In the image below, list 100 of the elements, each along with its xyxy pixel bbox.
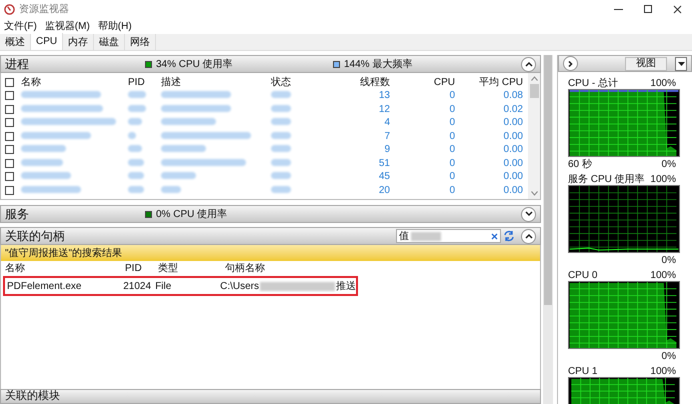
row-checkbox[interactable] bbox=[5, 118, 14, 128]
menu-item[interactable]: 帮助(H) bbox=[98, 18, 132, 34]
graph-time-label: 60 秒 bbox=[568, 158, 592, 170]
expand-button[interactable] bbox=[562, 56, 578, 71]
table-cell: 9 bbox=[384, 144, 390, 156]
table-cell: PDFelement.exe bbox=[7, 280, 82, 292]
table-cell: 0 bbox=[449, 90, 455, 102]
redacted-text bbox=[161, 145, 206, 152]
column-header[interactable]: 状态 bbox=[268, 74, 330, 90]
column-header[interactable]: 名称 bbox=[18, 74, 125, 90]
graph-min-label: 0% bbox=[662, 254, 676, 266]
expand-button[interactable] bbox=[521, 206, 536, 222]
handle-row[interactable]: PDFelement.exe 21024 File C:\Users 推送 bbox=[3, 276, 358, 296]
redacted-text bbox=[161, 91, 231, 98]
redacted-text bbox=[128, 104, 146, 112]
row-checkbox[interactable] bbox=[5, 91, 14, 100]
search-field[interactable]: 值 bbox=[396, 229, 501, 243]
cpu-usage-text: 34% CPU 使用率 bbox=[156, 58, 233, 72]
table-cell: 0 bbox=[449, 158, 455, 169]
redacted-text bbox=[161, 172, 196, 180]
table-cell: 13 bbox=[378, 90, 390, 102]
redacted-text bbox=[271, 91, 291, 98]
frequency-text: 144% 最大频率 bbox=[344, 58, 412, 72]
graph-title: 服务 CPU 使用率 bbox=[568, 172, 645, 185]
redacted-text bbox=[161, 186, 181, 193]
collapse-button[interactable] bbox=[521, 228, 536, 244]
redacted-text bbox=[271, 145, 291, 152]
column-header[interactable]: 平均 CPU bbox=[458, 74, 526, 90]
table-cell: 0.00 bbox=[504, 117, 523, 128]
column-header[interactable]: 线程数 bbox=[330, 74, 393, 90]
column-header[interactable]: 类型 bbox=[158, 261, 225, 276]
table-cell: 0.00 bbox=[504, 171, 523, 182]
column-header[interactable]: PID bbox=[125, 261, 158, 276]
redacted-text bbox=[128, 186, 144, 193]
table-cell: 20 bbox=[378, 184, 390, 196]
graph-title: CPU 1 bbox=[568, 365, 598, 377]
redacted-text bbox=[21, 145, 66, 152]
table-cell: 0 bbox=[449, 104, 455, 115]
refresh-icon[interactable] bbox=[503, 230, 515, 242]
section-title: 进程 bbox=[5, 56, 30, 73]
column-header[interactable]: 句柄名称 bbox=[225, 261, 425, 276]
redacted-text bbox=[411, 232, 441, 240]
row-checkbox[interactable] bbox=[5, 186, 14, 195]
column-header[interactable]: 描述 bbox=[158, 74, 268, 90]
table-cell: 0.00 bbox=[504, 144, 523, 156]
table-cell: 0 bbox=[449, 130, 455, 142]
tab[interactable]: CPU bbox=[31, 33, 64, 50]
redacted-text bbox=[271, 118, 291, 126]
view-button[interactable]: 视图 bbox=[625, 56, 667, 70]
frequency-legend-icon bbox=[333, 60, 340, 68]
table-cell: 0.08 bbox=[504, 90, 523, 102]
chevron-up-icon bbox=[524, 61, 532, 67]
table-cell: 0.02 bbox=[504, 104, 523, 115]
dropdown-button[interactable] bbox=[675, 56, 687, 70]
table-cell: 4 bbox=[384, 117, 390, 128]
table-cell: 0.00 bbox=[504, 158, 523, 169]
redacted-text bbox=[21, 132, 91, 139]
scroll-down-icon[interactable] bbox=[530, 191, 538, 196]
column-header[interactable]: CPU bbox=[393, 74, 458, 90]
redacted-text bbox=[271, 104, 291, 112]
table-cell: 45 bbox=[378, 171, 390, 182]
section-title: 关联的模块 bbox=[5, 391, 60, 402]
graph-title: CPU - 总计 bbox=[568, 76, 618, 89]
scroll-up-icon[interactable] bbox=[530, 76, 538, 81]
graph-title: CPU 0 bbox=[568, 269, 598, 281]
cpu-usage-text: 0% CPU 使用率 bbox=[156, 208, 228, 222]
column-header[interactable]: PID bbox=[125, 74, 158, 90]
redacted-text bbox=[21, 186, 81, 193]
row-checkbox[interactable] bbox=[5, 158, 14, 168]
redacted-text bbox=[271, 132, 291, 139]
row-checkbox[interactable] bbox=[5, 172, 14, 182]
redacted-text bbox=[128, 172, 144, 180]
close-icon[interactable] bbox=[673, 4, 682, 14]
scroll-thumb[interactable] bbox=[530, 84, 538, 98]
clear-icon[interactable] bbox=[491, 232, 498, 240]
dropdown-arrow-icon bbox=[678, 62, 684, 66]
menu-item[interactable]: 文件(F) bbox=[4, 18, 37, 34]
redacted-text bbox=[271, 158, 291, 166]
table-cell-text: 推送 bbox=[336, 280, 356, 294]
table-cell-text: C:\Users bbox=[220, 280, 259, 294]
table-cell: 12 bbox=[378, 104, 390, 115]
row-checkbox[interactable] bbox=[5, 104, 14, 114]
search-result-banner: "值守周报推送"的搜索结果 bbox=[1, 245, 540, 261]
row-checkbox[interactable] bbox=[5, 132, 14, 141]
column-header[interactable]: 名称 bbox=[5, 261, 125, 276]
cpu-usage-legend-icon bbox=[145, 210, 152, 218]
menu-item[interactable]: 监视器(M) bbox=[44, 18, 90, 34]
collapse-button[interactable] bbox=[521, 56, 536, 72]
chevron-right-icon bbox=[566, 60, 574, 66]
table-cell: 21024 bbox=[123, 280, 152, 292]
graph-max-label: 100% bbox=[650, 173, 676, 185]
graph-max-label: 100% bbox=[650, 269, 676, 281]
chevron-up-icon bbox=[524, 233, 532, 239]
select-all-checkbox[interactable] bbox=[5, 78, 14, 86]
graph-max-label: 100% bbox=[650, 77, 676, 89]
table-cell: 0 bbox=[449, 184, 455, 196]
redacted-text bbox=[271, 186, 291, 193]
row-checkbox[interactable] bbox=[5, 145, 14, 154]
chevron-down-icon bbox=[524, 211, 532, 217]
section-title: 关联的句柄 bbox=[5, 228, 66, 245]
